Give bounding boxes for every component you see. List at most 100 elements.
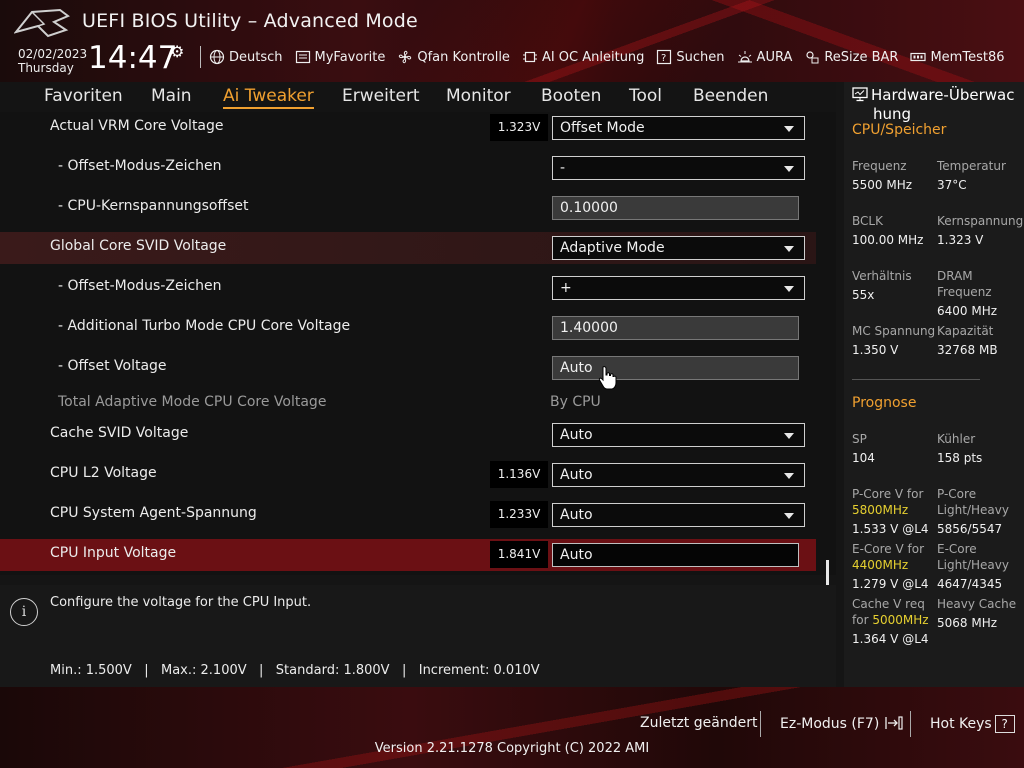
- tab-booten[interactable]: Booten: [541, 86, 601, 106]
- svg-text:?: ?: [661, 53, 666, 64]
- hand-pointer-cursor-icon: [598, 366, 617, 390]
- setting-row[interactable]: - Offset-Modus-Zeichen +: [0, 272, 816, 304]
- tab-ai-tweaker[interactable]: Ai Tweaker: [223, 86, 314, 109]
- setting-row-selected[interactable]: CPU Input Voltage 1.841V Auto: [0, 539, 816, 571]
- setting-text-field[interactable]: 1.40000: [552, 316, 799, 340]
- ecore-voltage-value: 1.279 V @L4: [852, 577, 929, 591]
- chevron-down-icon: [784, 286, 794, 292]
- setting-label: CPU Input Voltage: [50, 545, 177, 561]
- setting-dropdown[interactable]: Adaptive Mode: [552, 236, 805, 260]
- setting-row[interactable]: Actual VRM Core Voltage 1.323V Offset Mo…: [0, 112, 816, 144]
- cache-label-line2: for: [852, 613, 869, 627]
- ecore-lh-line2: Light/Heavy: [937, 558, 1009, 572]
- dropdown-value: Offset Mode: [560, 120, 645, 136]
- tab-favoriten[interactable]: Favoriten: [44, 86, 123, 106]
- setting-dropdown[interactable]: -: [552, 156, 805, 180]
- readonly-value: By CPU: [550, 394, 601, 410]
- dropdown-value: -: [560, 160, 566, 176]
- setting-label: CPU System Agent-Spannung: [50, 505, 257, 521]
- footer-divider: [760, 711, 761, 737]
- language-label: Deutsch: [229, 49, 283, 65]
- setting-label: - Additional Turbo Mode CPU Core Voltage: [58, 318, 351, 334]
- ai-oc-guide-button[interactable]: AI OC Anleitung: [522, 49, 644, 65]
- ecore-voltage-label: E-Core V for 4400MHz: [852, 541, 924, 573]
- hw-title-line2: hung: [873, 105, 912, 123]
- setting-row[interactable]: CPU System Agent-Spannung 1.233V Auto: [0, 499, 816, 531]
- last-changed-button[interactable]: Zuletzt geändert: [640, 715, 757, 731]
- setting-dropdown[interactable]: Offset Mode: [552, 116, 805, 140]
- chevron-down-icon: [784, 126, 794, 132]
- setting-row[interactable]: Cache SVID Voltage Auto: [0, 419, 816, 451]
- ecore-frequency: 4400MHz: [852, 558, 909, 572]
- setting-text-field[interactable]: Auto: [552, 356, 799, 380]
- ez-mode-button[interactable]: Ez-Modus (F7): [780, 715, 904, 732]
- voltage-readout: 1.136V: [490, 461, 548, 488]
- qfan-button[interactable]: Qfan Kontrolle: [397, 49, 510, 65]
- aura-button[interactable]: AURA: [737, 49, 792, 65]
- search-button[interactable]: ? Suchen: [656, 49, 725, 65]
- chevron-down-icon: [784, 473, 794, 479]
- cooler-value: 158 pts: [937, 451, 983, 465]
- tab-monitor[interactable]: Monitor: [446, 86, 511, 106]
- tab-tool[interactable]: Tool: [629, 86, 662, 106]
- sp-label: SP: [852, 432, 867, 446]
- pcore-label-text: P-Core V for: [852, 487, 924, 501]
- settings-list: Actual VRM Core Voltage 1.323V Offset Mo…: [0, 112, 836, 652]
- setting-label: Global Core SVID Voltage: [50, 238, 227, 254]
- globe-icon: [209, 49, 225, 65]
- setting-label: - Offset-Modus-Zeichen: [58, 278, 222, 294]
- cache-label-line1: Cache V req: [852, 597, 925, 611]
- setting-label: - Offset-Modus-Zeichen: [58, 158, 222, 174]
- hot-keys-button[interactable]: Hot Keys?: [930, 715, 1015, 733]
- language-button[interactable]: Deutsch: [209, 49, 283, 65]
- aura-light-icon: [737, 51, 752, 63]
- capacity-label: Kapazität: [937, 324, 994, 338]
- dropdown-value: Auto: [560, 427, 593, 443]
- setting-row[interactable]: - Offset-Modus-Zeichen -: [0, 152, 816, 184]
- dropdown-value: +: [560, 280, 572, 296]
- tab-main[interactable]: Main: [151, 86, 192, 106]
- setting-dropdown[interactable]: Auto: [552, 423, 805, 447]
- pcore-frequency: 5800MHz: [852, 503, 909, 517]
- hot-keys-label: Hot Keys: [930, 716, 992, 732]
- setting-row[interactable]: - Offset Voltage Auto: [0, 352, 816, 384]
- setting-text-field[interactable]: 0.10000: [552, 196, 799, 220]
- tab-beenden[interactable]: Beenden: [693, 86, 768, 106]
- setting-label: Total Adaptive Mode CPU Core Voltage: [58, 394, 327, 410]
- setting-dropdown[interactable]: +: [552, 276, 805, 300]
- clock-settings-gear-icon[interactable]: ⚙: [170, 42, 184, 61]
- setting-text-field[interactable]: Auto: [552, 543, 799, 567]
- setting-row[interactable]: - Additional Turbo Mode CPU Core Voltage…: [0, 312, 816, 344]
- header-bar: UEFI BIOS Utility – Advanced Mode 02/02/…: [0, 0, 1024, 82]
- temperature-value: 37°C: [937, 178, 967, 192]
- setting-row[interactable]: - CPU-Kernspannungsoffset 0.10000: [0, 192, 816, 224]
- toolbar: Deutsch MyFavorite Qfan Kontrolle AI OC …: [198, 46, 1017, 68]
- ecore-label-text: E-Core V for: [852, 542, 925, 556]
- dram-frequency-label: DRAM Frequenz: [937, 268, 992, 300]
- app-title: UEFI BIOS Utility – Advanced Mode: [82, 10, 418, 32]
- bclk-label: BCLK: [852, 214, 883, 228]
- sp-value: 104: [852, 451, 875, 465]
- setting-dropdown[interactable]: Auto: [552, 463, 805, 487]
- exit-arrow-icon: [885, 716, 903, 730]
- cooler-label: Kühler: [937, 432, 976, 446]
- ai-oc-guide-label: AI OC Anleitung: [541, 49, 645, 65]
- favorite-list-icon: [295, 50, 310, 64]
- core-voltage-label: Kernspannung: [937, 214, 1024, 228]
- mc-voltage-value: 1.350 V: [852, 343, 899, 357]
- setting-row[interactable]: CPU L2 Voltage 1.136V Auto: [0, 459, 816, 491]
- resize-bar-label: ReSize BAR: [824, 49, 899, 65]
- memtest-button[interactable]: MemTest86: [910, 49, 1005, 65]
- ez-mode-label: Ez-Modus (F7): [780, 716, 880, 732]
- ecore-light-heavy-value: 4647/4345: [937, 577, 1003, 591]
- resize-bar-icon: [806, 51, 819, 64]
- chevron-down-icon: [784, 513, 794, 519]
- chevron-down-icon: [784, 433, 794, 439]
- tab-erweitert[interactable]: Erweitert: [342, 86, 420, 106]
- pcore-voltage-label: P-Core V for 5800MHz: [852, 486, 923, 518]
- setting-row-readonly: Total Adaptive Mode CPU Core Voltage By …: [0, 388, 816, 420]
- myfavorite-button[interactable]: MyFavorite: [295, 49, 385, 65]
- setting-row[interactable]: Global Core SVID Voltage Adaptive Mode: [0, 232, 816, 264]
- resize-bar-button[interactable]: ReSize BAR: [804, 49, 898, 65]
- setting-dropdown[interactable]: Auto: [552, 503, 805, 527]
